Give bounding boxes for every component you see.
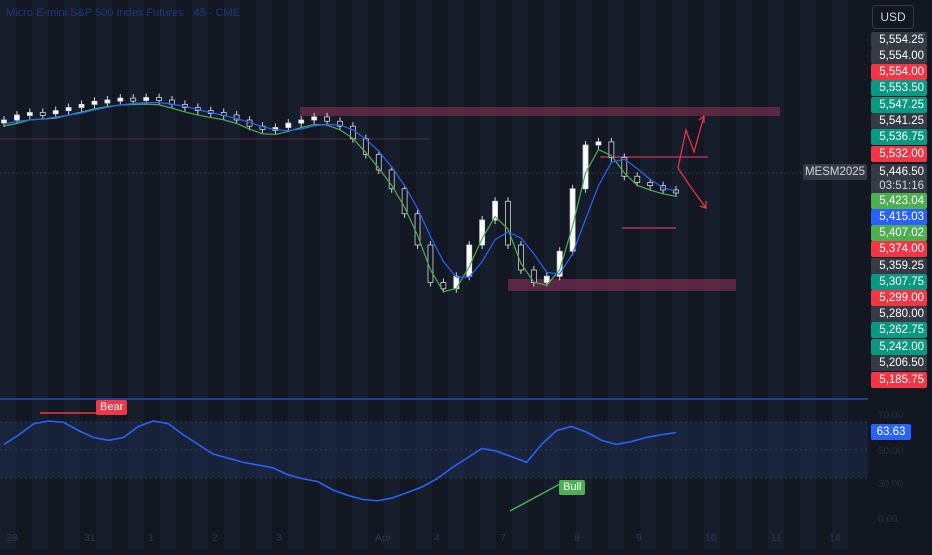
symbol-legend-title[interactable]: Micro E-mini S&P 500 Index Futures · 45 … bbox=[6, 7, 240, 19]
price-label: 5,553.50 bbox=[871, 80, 927, 96]
candle-body bbox=[1, 119, 7, 124]
time-label: 31 bbox=[84, 532, 96, 544]
rsi-value-badge: 63.63 bbox=[871, 424, 911, 440]
candle-body bbox=[39, 112, 46, 116]
candle-body bbox=[324, 116, 330, 122]
price-chart[interactable] bbox=[0, 0, 868, 550]
candle-body bbox=[647, 182, 654, 187]
time-label: 4 bbox=[434, 532, 440, 544]
candle-body bbox=[14, 114, 20, 121]
support-zone bbox=[508, 279, 736, 291]
price-label: 5,206.50 bbox=[871, 355, 927, 371]
time-label: 3 bbox=[276, 532, 282, 544]
rsi-tick-70: 70.00 bbox=[878, 410, 904, 421]
price-label: 5,532.00 bbox=[871, 146, 927, 162]
price-label: 5,536.75 bbox=[871, 129, 927, 145]
time-label: 1 bbox=[148, 532, 154, 544]
time-label: 11 bbox=[771, 532, 782, 544]
candle-body bbox=[298, 119, 305, 124]
candle-body bbox=[156, 97, 162, 101]
price-label: 5,185.75 bbox=[871, 372, 927, 388]
price-label: 5,554.00 bbox=[871, 48, 927, 64]
candle-body bbox=[595, 141, 602, 146]
bar-countdown: 03:51:16 bbox=[871, 179, 927, 193]
price-label: 5,307.75 bbox=[871, 274, 927, 290]
time-label: 7 bbox=[500, 532, 506, 544]
candle-body bbox=[52, 110, 59, 115]
price-label: 5,242.00 bbox=[871, 339, 927, 355]
price-label: 5,446.50 bbox=[871, 164, 927, 180]
price-label: 5,547.25 bbox=[871, 97, 927, 113]
price-label: 5,299.00 bbox=[871, 290, 927, 306]
bear-label: Bear bbox=[96, 400, 128, 415]
price-label: 5,359.25 bbox=[871, 258, 927, 274]
price-axis[interactable]: 5,554.25 5,554.00 5,554.00 5,553.50 5,547.25… bbox=[868, 0, 932, 395]
candle-body bbox=[285, 122, 292, 128]
symbol-price-tag: MESM2025 bbox=[803, 164, 867, 180]
candle-body bbox=[65, 107, 72, 112]
time-label: 8 bbox=[574, 532, 580, 544]
price-label: 5,541.25 bbox=[871, 113, 927, 129]
rsi-tick-0: 0.00 bbox=[878, 514, 898, 525]
time-label: Apr bbox=[375, 532, 392, 544]
candle-body bbox=[543, 275, 550, 283]
candle-body bbox=[143, 97, 150, 101]
candle-body bbox=[26, 112, 33, 116]
price-label: 5,262.75 bbox=[871, 322, 927, 338]
candle-body bbox=[311, 116, 318, 121]
time-label: 10 bbox=[705, 532, 717, 544]
rsi-tick-50: 50.00 bbox=[878, 446, 904, 457]
price-label: 5,415.03 bbox=[871, 209, 927, 225]
price-label: 5,407.02 bbox=[871, 225, 927, 241]
price-label: 5,280.00 bbox=[871, 306, 927, 322]
candle-body bbox=[78, 103, 85, 108]
time-label: 2 bbox=[212, 532, 218, 544]
time-label: 9 bbox=[636, 532, 642, 544]
candle-body bbox=[130, 97, 137, 102]
resistance-zone bbox=[300, 107, 780, 116]
time-label: 28 bbox=[6, 532, 18, 544]
time-label: 14 bbox=[829, 532, 841, 544]
rsi-tick-30: 30.00 bbox=[878, 479, 904, 490]
price-label: 5,554.00 bbox=[871, 64, 927, 80]
candle-body bbox=[104, 99, 111, 104]
candle-body bbox=[453, 275, 460, 290]
candle-body bbox=[634, 175, 641, 183]
bull-label: Bull bbox=[559, 480, 586, 495]
candle-body bbox=[117, 97, 124, 102]
chart-canvas[interactable] bbox=[0, 0, 868, 550]
candle-body bbox=[91, 100, 98, 105]
price-label: 5,374.00 bbox=[871, 241, 927, 257]
price-label: 5,423.04 bbox=[871, 193, 927, 209]
price-label: 5,554.25 bbox=[871, 32, 927, 48]
candle-body bbox=[466, 244, 473, 277]
candle-body bbox=[505, 200, 511, 246]
